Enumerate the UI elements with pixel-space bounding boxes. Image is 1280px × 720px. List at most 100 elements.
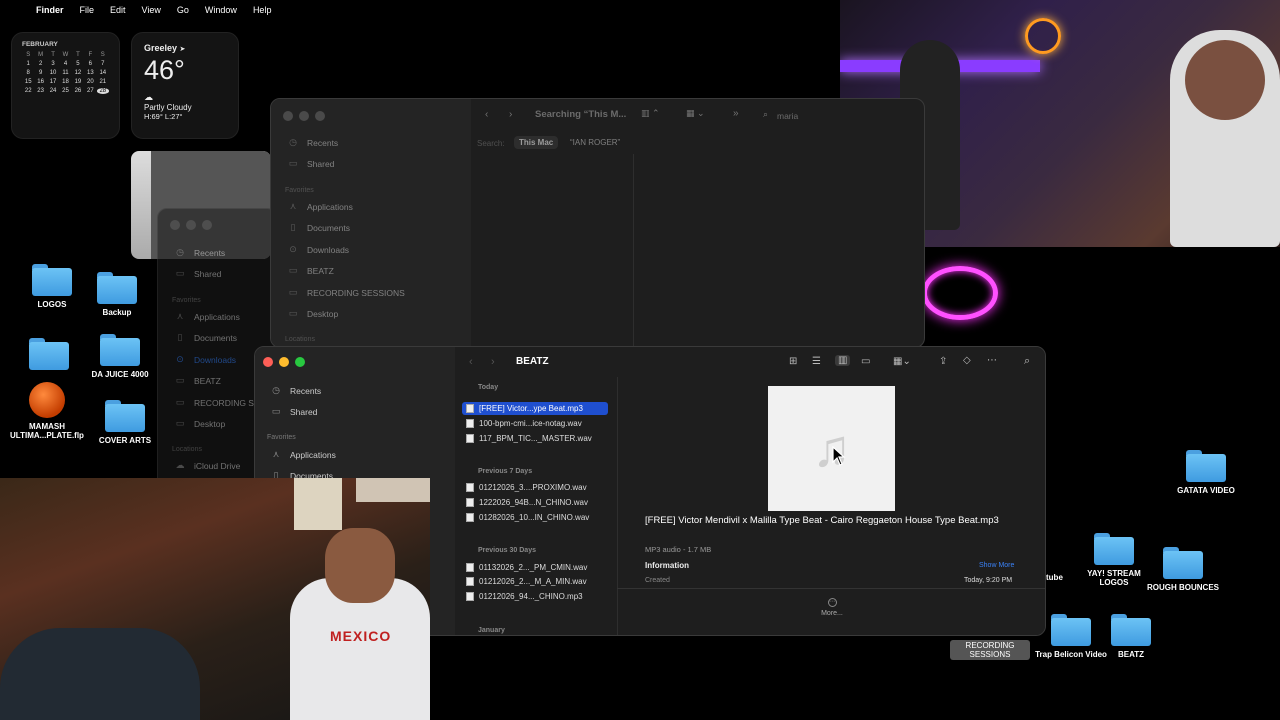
fl-studio-icon — [29, 382, 65, 418]
sidebar-item-documents[interactable]: ▯ Documents — [287, 222, 350, 233]
search-input[interactable]: maria — [777, 111, 798, 121]
desktop-folder-gatata[interactable]: GATATA VIDEO — [1166, 450, 1246, 495]
close-button[interactable] — [263, 357, 273, 367]
search-icon[interactable]: ⌕ — [763, 109, 768, 120]
more-button[interactable]: ⋯ More... — [812, 598, 852, 617]
back-arrow-icon[interactable]: ‹ — [469, 356, 473, 368]
desktop-icon-label: Backup — [102, 308, 132, 317]
forward-arrow-icon[interactable]: › — [491, 356, 495, 368]
view-columns-icon[interactable]: ▥ ⌃ — [641, 108, 660, 119]
column-view-icon[interactable]: ▥ — [835, 355, 851, 366]
scope-folder[interactable]: “IAN ROGER” — [565, 136, 625, 149]
folder-icon: ▭ — [175, 397, 185, 407]
back-arrow-icon[interactable]: ‹ — [485, 109, 488, 120]
more-options-icon[interactable]: ⋯ — [987, 355, 997, 366]
minimize-button[interactable] — [279, 357, 289, 367]
calendar-date: 7 — [101, 61, 105, 67]
zoom-button[interactable] — [295, 357, 305, 367]
weather-widget[interactable]: Greeley ➤ 46° ☁ Partly Cloudy H:69° L:27… — [131, 32, 239, 139]
group-icon[interactable]: ▦ ⌄ — [686, 108, 705, 119]
webcam-overlay-bottom: MEXICO — [0, 478, 430, 720]
folder-icon — [100, 334, 140, 366]
cloud-icon: ☁ — [144, 92, 153, 102]
folder-icon — [29, 338, 69, 370]
icon-view-icon[interactable]: ⊞ — [789, 356, 797, 367]
desktop-folder-backup[interactable]: Backup — [77, 272, 157, 317]
finder-window-search[interactable]: ◷ Recents ▭ Shared Favorites ⋏ Applications… — [270, 98, 925, 348]
forward-arrow-icon[interactable]: › — [509, 109, 512, 120]
sidebar-item-beatz[interactable]: ▭ BEATZ — [174, 375, 221, 386]
calendar-month: FEBRUARY — [22, 41, 58, 48]
file-row[interactable]: 117_BPM_TIC..._MASTER.wav — [462, 432, 592, 445]
poster-decor — [356, 478, 430, 502]
sidebar-item-recording[interactable]: ▭ RECORDING S — [174, 397, 254, 408]
sidebar-item-downloads[interactable]: ⊙ Downloads — [174, 354, 236, 365]
search-icon[interactable]: ⌕ — [1024, 355, 1030, 368]
file-row[interactable]: 01212026_94..._CHINO.mp3 — [462, 590, 583, 603]
sidebar-item-icloud[interactable]: ☁ iCloud Drive — [174, 460, 241, 471]
more-toolbar-icon[interactable]: » — [733, 108, 739, 119]
gallery-view-icon[interactable]: ▭ — [861, 356, 870, 367]
sidebar-item-shared[interactable]: ▭ Shared — [174, 268, 222, 279]
desktop-folder-cover-arts[interactable]: COVER ARTS — [85, 400, 165, 445]
file-row[interactable]: 1222026_94B...N_CHINO.wav — [462, 496, 588, 509]
audio-file-icon — [466, 563, 474, 572]
menu-go[interactable]: Go — [177, 5, 189, 15]
sidebar-item-downloads[interactable]: ⊙ Downloads — [287, 244, 349, 255]
sidebar-item-applications[interactable]: ⋏ Applications — [287, 201, 353, 212]
folder-icon — [1111, 614, 1151, 646]
menu-file[interactable]: File — [80, 5, 95, 15]
sidebar-item-recording[interactable]: ▭ RECORDING SESSIONS — [287, 287, 405, 298]
desktop-folder-yay-stream[interactable]: YAY! STREAM LOGOS — [1074, 533, 1154, 587]
desktop-folder-unnamed[interactable] — [9, 338, 89, 370]
search-scope-label: Search: — [477, 139, 505, 148]
sidebar-item-applications[interactable]: ⋏ Applications — [174, 311, 240, 322]
file-row[interactable]: 01132026_2..._PM_CMIN.wav — [462, 561, 587, 574]
sidebar-item-recents[interactable]: ◷ Recents — [174, 247, 225, 258]
desktop-label-tube[interactable]: tube — [1046, 573, 1063, 582]
desktop-icon-label: GATATA VIDEO — [1177, 486, 1235, 495]
menu-finder[interactable]: Finder — [36, 5, 64, 15]
tag-icon[interactable]: ◇ — [963, 355, 971, 366]
desktop-folder-recording-sessions[interactable]: RECORDING SESSIONS — [950, 636, 1030, 661]
sidebar-item-recents[interactable]: ◷ Recents — [287, 137, 338, 148]
group-by-icon[interactable]: ▦⌄ — [893, 356, 911, 367]
sidebar-item-documents[interactable]: ▯ Documents — [174, 332, 237, 343]
menu-help[interactable]: Help — [253, 5, 272, 15]
show-more-link[interactable]: Show More — [979, 562, 1014, 569]
desktop-folder-da-juice[interactable]: DA JUICE 4000 — [80, 334, 160, 379]
file-row[interactable]: 01282026_10...IN_CHINO.wav — [462, 511, 589, 524]
desktop-folder-beatz[interactable]: BEATZ — [1091, 614, 1171, 659]
file-row[interactable]: 100-bpm-cmi...ice-notag.wav — [462, 417, 582, 430]
folder-shared-icon: ▭ — [271, 406, 281, 416]
sidebar-item-recents[interactable]: ◷ Recents — [270, 385, 321, 396]
menu-edit[interactable]: Edit — [110, 5, 126, 15]
file-row[interactable]: 01212026_3....PROXIMO.wav — [462, 481, 587, 494]
calendar-day-header: W — [62, 52, 69, 58]
sidebar-item-desktop[interactable]: ▭ Desktop — [174, 418, 225, 429]
clock-icon: ◷ — [289, 137, 297, 147]
calendar-date: 13 — [87, 70, 94, 76]
file-row[interactable]: [FREE] Victor...ype Beat.mp3 — [462, 402, 608, 415]
sidebar-item-shared[interactable]: ▭ Shared — [287, 158, 335, 169]
calendar-date: 9 — [38, 70, 43, 76]
share-icon[interactable]: ⇪ — [939, 356, 947, 367]
desktop-folder-rough-bounces[interactable]: ROUGH BOUNCES — [1143, 547, 1223, 592]
audio-file-icon — [466, 404, 474, 413]
folder-icon: ▭ — [288, 265, 298, 275]
calendar-date: 2 — [38, 61, 43, 67]
scope-this-mac[interactable]: This Mac — [514, 136, 559, 149]
calendar-widget[interactable]: FEBRUARY S M T W T F S 1 2 3 4 5 6 7 8 9 10 11 12 13 14 15 16 1… — [11, 32, 120, 139]
group-header-prev30: Previous 30 Days — [478, 547, 536, 554]
desktop-file-mamash[interactable]: MAMASH ULTIMA...PLATE.flp — [7, 382, 87, 440]
sidebar-item-applications[interactable]: ⋏ Applications — [270, 449, 336, 460]
file-row[interactable]: 01212026_2..._M_A_MIN.wav — [462, 575, 587, 588]
list-view-icon[interactable]: ☰ — [812, 356, 821, 367]
sidebar-item-desktop[interactable]: ▭ Desktop — [287, 308, 338, 319]
menu-view[interactable]: View — [142, 5, 161, 15]
sidebar-item-beatz[interactable]: ▭ BEATZ — [287, 265, 334, 276]
sidebar-item-shared[interactable]: ▭ Shared — [270, 406, 318, 417]
folder-icon: ▭ — [288, 287, 298, 297]
calendar-date: 22 — [24, 88, 32, 94]
menu-window[interactable]: Window — [205, 5, 237, 15]
